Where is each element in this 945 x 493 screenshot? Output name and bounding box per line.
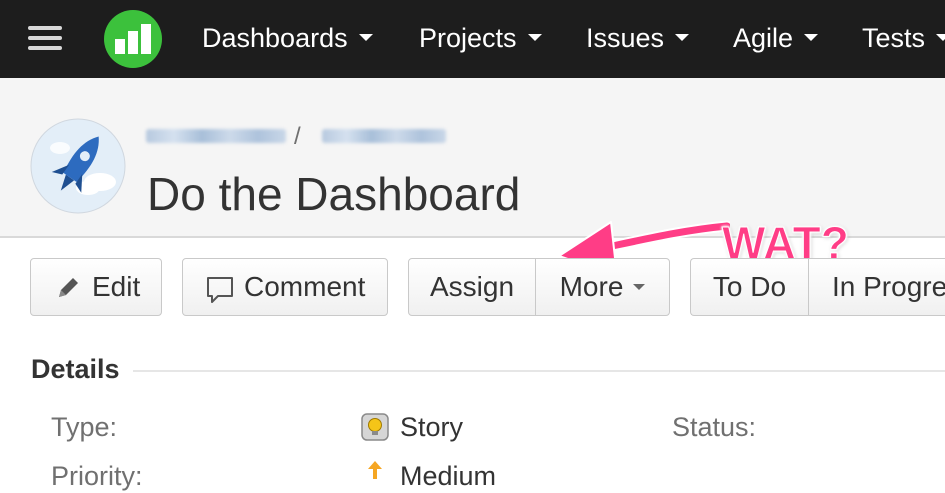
nav-dashboards[interactable]: Dashboards bbox=[202, 20, 373, 56]
type-value: Story bbox=[400, 412, 464, 442]
comment-button[interactable]: Comment bbox=[182, 258, 388, 316]
edit-button-label: Edit bbox=[92, 271, 141, 302]
breadcrumb-issue-key-redacted[interactable] bbox=[322, 129, 446, 143]
pencil-icon bbox=[59, 278, 78, 297]
in-progress-button[interactable]: In Progre bbox=[832, 259, 945, 315]
chevron-down-icon bbox=[675, 34, 690, 42]
rocket-avatar-icon bbox=[30, 118, 126, 214]
top-navigation-bar: Dashboards Projects Issues Agile Tests bbox=[0, 0, 945, 78]
assign-more-button-group: Assign More bbox=[408, 258, 670, 316]
more-button[interactable]: More bbox=[536, 259, 669, 315]
issue-header: / Do the Dashboard WAT? bbox=[0, 78, 945, 277]
issue-title[interactable]: Do the Dashboard bbox=[147, 168, 520, 220]
app-logo-icon[interactable] bbox=[103, 9, 163, 69]
assign-button[interactable]: Assign bbox=[409, 259, 535, 315]
type-label: Type: bbox=[51, 412, 118, 442]
nav-tests[interactable]: Tests bbox=[862, 20, 945, 56]
todo-button[interactable]: To Do bbox=[691, 259, 808, 315]
button-divider bbox=[808, 259, 809, 315]
nav-projects[interactable]: Projects bbox=[419, 20, 542, 56]
status-label: Status: bbox=[672, 412, 757, 442]
chevron-down-icon bbox=[633, 283, 646, 290]
hamburger-menu-icon[interactable] bbox=[28, 24, 64, 54]
details-divider bbox=[133, 370, 945, 372]
edit-button[interactable]: Edit bbox=[30, 258, 162, 316]
breadcrumb-project-link-redacted[interactable] bbox=[146, 129, 286, 143]
workflow-button-group: To Do In Progre bbox=[690, 258, 945, 316]
chevron-down-icon bbox=[527, 34, 542, 42]
details-heading: Details bbox=[31, 354, 120, 384]
todo-button-label: To Do bbox=[712, 271, 787, 302]
nav-agile[interactable]: Agile bbox=[733, 20, 819, 56]
nav-tests-label: Tests bbox=[862, 23, 926, 53]
arrow-up-icon bbox=[368, 461, 382, 479]
speech-bubble-icon bbox=[207, 277, 233, 303]
more-button-label: More bbox=[559, 271, 624, 302]
comment-button-label: Comment bbox=[244, 271, 366, 302]
nav-issues-label: Issues bbox=[586, 23, 665, 53]
assign-button-label: Assign bbox=[429, 271, 515, 302]
in-progress-button-label: In Progre bbox=[832, 271, 945, 302]
chevron-down-icon bbox=[358, 34, 373, 42]
breadcrumb-separator: / bbox=[294, 123, 301, 150]
nav-issues[interactable]: Issues bbox=[586, 20, 690, 56]
priority-label: Priority: bbox=[51, 461, 143, 491]
chevron-down-icon bbox=[936, 34, 945, 42]
priority-value: Medium bbox=[400, 461, 497, 491]
story-lightbulb-icon bbox=[361, 413, 389, 441]
nav-agile-label: Agile bbox=[733, 23, 794, 53]
nav-projects-label: Projects bbox=[419, 23, 517, 53]
chevron-down-icon bbox=[804, 34, 819, 42]
nav-dashboards-label: Dashboards bbox=[202, 23, 348, 53]
